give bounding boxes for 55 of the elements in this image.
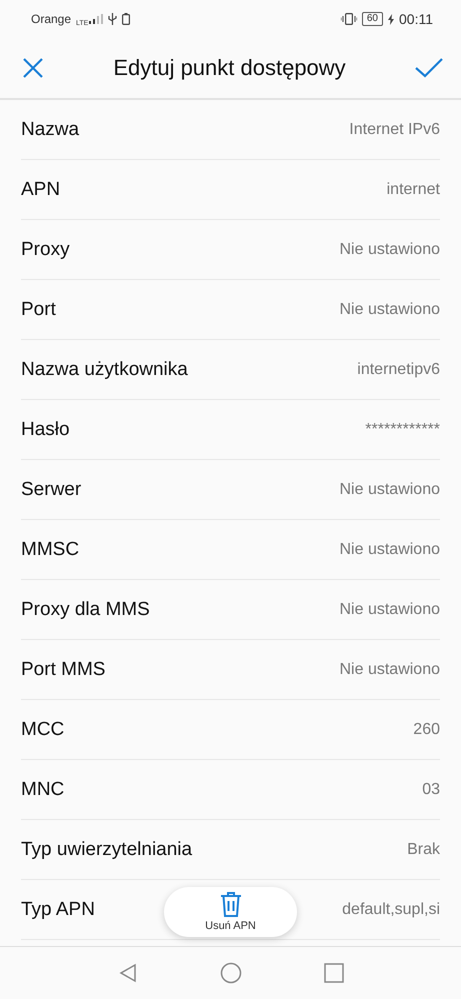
setting-row[interactable]: Proxy dla MMS Nie ustawiono	[21, 580, 440, 640]
setting-row[interactable]: Port Nie ustawiono	[21, 280, 440, 340]
setting-value: 03	[422, 780, 440, 798]
setting-value: Nie ustawiono	[340, 540, 440, 558]
setting-label: MMSC	[21, 538, 80, 560]
setting-value: Nie ustawiono	[340, 300, 440, 318]
setting-label: Nazwa	[21, 118, 80, 140]
setting-row[interactable]: Nazwa użytkownika internetipv6	[21, 340, 440, 400]
battery-level: 60	[362, 12, 383, 26]
setting-label: Port	[21, 298, 56, 320]
setting-label: Hasło	[21, 418, 70, 440]
setting-row[interactable]: Proxy Nie ustawiono	[21, 220, 440, 280]
setting-row[interactable]: Hasło ************	[21, 400, 440, 460]
setting-value: default,supl,si	[342, 900, 440, 918]
setting-row[interactable]: MMSC Nie ustawiono	[21, 520, 440, 580]
setting-label: APN	[21, 178, 60, 200]
setting-row[interactable]: APN internet	[21, 160, 440, 220]
setting-row[interactable]: Nazwa Internet IPv6	[21, 100, 440, 160]
page-title: Edytuj punkt dostępowy	[113, 55, 346, 81]
setting-value: Nie ustawiono	[340, 660, 440, 678]
setting-value: Brak	[407, 840, 440, 858]
setting-label: Port MMS	[21, 658, 106, 680]
setting-label: Proxy	[21, 238, 70, 260]
setting-label: Typ APN	[21, 898, 95, 920]
setting-row[interactable]: Serwer Nie ustawiono	[21, 460, 440, 520]
carrier-name: Orange	[31, 12, 72, 26]
setting-value: Nie ustawiono	[340, 480, 440, 498]
setting-row[interactable]: MCC 260	[21, 700, 440, 760]
setting-label: Serwer	[21, 478, 82, 500]
setting-value: Nie ustawiono	[340, 240, 440, 258]
setting-label: Proxy dla MMS	[21, 598, 150, 620]
clock: 00:11	[399, 11, 433, 27]
setting-value: internet	[386, 180, 440, 198]
setting-value: 260	[413, 720, 440, 738]
back-icon[interactable]	[118, 963, 138, 983]
setting-label: Typ uwierzytelniania	[21, 838, 192, 860]
signal-icon	[89, 14, 104, 24]
setting-value: Internet IPv6	[349, 120, 440, 138]
usb-icon	[108, 13, 118, 25]
setting-label: Nazwa użytkownika	[21, 358, 188, 380]
setting-value: ************	[365, 420, 440, 438]
vibrate-icon	[340, 13, 357, 25]
setting-label: MNC	[21, 778, 64, 800]
setting-row[interactable]: Typ uwierzytelniania Brak	[21, 820, 440, 880]
setting-label: MCC	[21, 718, 64, 740]
setting-value: Nie ustawiono	[340, 600, 440, 618]
setting-row[interactable]: Port MMS Nie ustawiono	[21, 640, 440, 700]
battery-saver-icon	[122, 13, 130, 25]
setting-value: internetipv6	[357, 360, 440, 378]
trash-icon	[220, 892, 242, 917]
recents-icon[interactable]	[324, 963, 344, 983]
charging-icon	[388, 14, 394, 24]
delete-apn-button[interactable]: Usuń APN	[164, 887, 297, 937]
setting-row[interactable]: MNC 03	[21, 760, 440, 820]
home-icon[interactable]	[220, 962, 242, 984]
